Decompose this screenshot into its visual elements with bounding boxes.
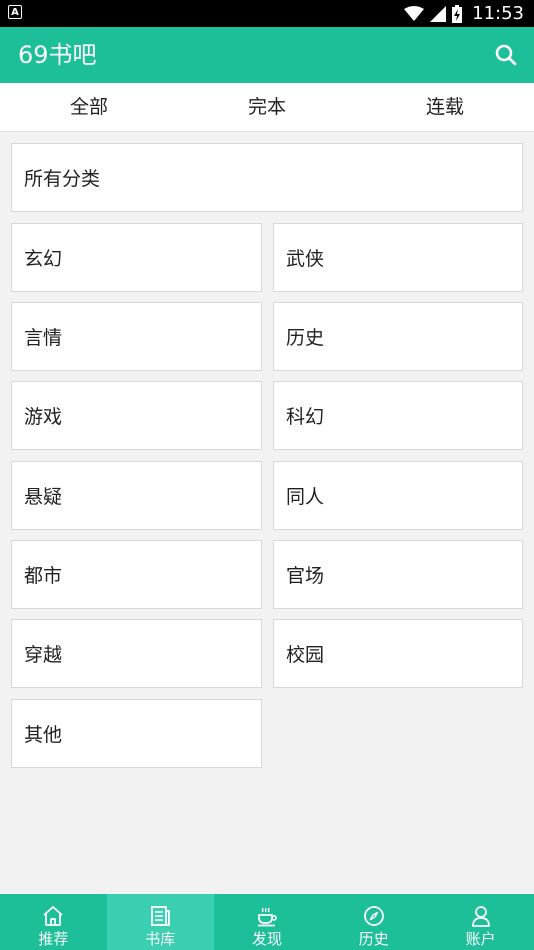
cell-signal-icon xyxy=(430,5,447,22)
status-time: 11:53 xyxy=(472,3,524,24)
category-xiaoyuan-button[interactable]: 校园 xyxy=(273,619,523,688)
nav-recommend[interactable]: 推荐 xyxy=(0,894,107,950)
category-xuanyi-button[interactable]: 悬疑 xyxy=(11,461,262,530)
tab-completed[interactable]: 完本 xyxy=(178,83,356,131)
category-all-button[interactable]: 所有分类 xyxy=(11,143,523,212)
nav-account[interactable]: 账户 xyxy=(427,894,534,950)
status-bar: A 11:53 xyxy=(0,0,534,27)
category-kehuan-button[interactable]: 科幻 xyxy=(273,381,523,450)
category-guanchang-button[interactable]: 官场 xyxy=(273,540,523,609)
battery-icon xyxy=(452,4,463,23)
tab-all[interactable]: 全部 xyxy=(0,83,178,131)
category-tongren-button[interactable]: 同人 xyxy=(273,461,523,530)
coffee-icon xyxy=(257,907,277,927)
category-youxi-button[interactable]: 游戏 xyxy=(11,381,262,450)
nav-recommend-label: 推荐 xyxy=(38,930,69,948)
category-yanqing-button[interactable]: 言情 xyxy=(11,302,262,371)
book-icon xyxy=(151,906,171,926)
tab-bar: 全部 完本 连载 xyxy=(0,83,534,132)
search-button[interactable] xyxy=(492,41,520,69)
nav-discover-label: 发现 xyxy=(251,930,282,948)
home-icon xyxy=(43,906,63,926)
category-grid: 所有分类 玄幻 武侠 言情 历史 游戏 科幻 悬疑 同人 都市 官场 穿越 校园… xyxy=(0,132,534,894)
category-chuanyue-button[interactable]: 穿越 xyxy=(11,619,262,688)
nav-library-label: 书库 xyxy=(145,930,176,948)
compass-icon xyxy=(363,906,384,926)
wifi-icon xyxy=(404,5,425,21)
category-qita-button[interactable]: 其他 xyxy=(11,699,262,768)
category-wuxia-button[interactable]: 武侠 xyxy=(273,223,523,292)
search-icon xyxy=(495,44,517,66)
nav-history-label: 历史 xyxy=(358,930,389,948)
app-bar: 69书吧 xyxy=(0,27,534,83)
category-lishi-button[interactable]: 历史 xyxy=(273,302,523,371)
nav-history[interactable]: 历史 xyxy=(320,894,427,950)
category-dushi-button[interactable]: 都市 xyxy=(11,540,262,609)
nav-library[interactable]: 书库 xyxy=(106,894,214,950)
nav-discover[interactable]: 发现 xyxy=(214,894,321,950)
user-icon xyxy=(471,906,490,927)
status-right: 11:53 xyxy=(404,0,524,27)
app-title: 69书吧 xyxy=(18,41,97,69)
nav-account-label: 账户 xyxy=(465,930,496,948)
category-xuanhuan-button[interactable]: 玄幻 xyxy=(11,223,262,292)
notification-a-icon: A xyxy=(8,5,22,19)
tab-serializing[interactable]: 连载 xyxy=(356,83,534,131)
bottom-navigation: 推荐 书库 发现 历史 账户 xyxy=(0,894,534,950)
